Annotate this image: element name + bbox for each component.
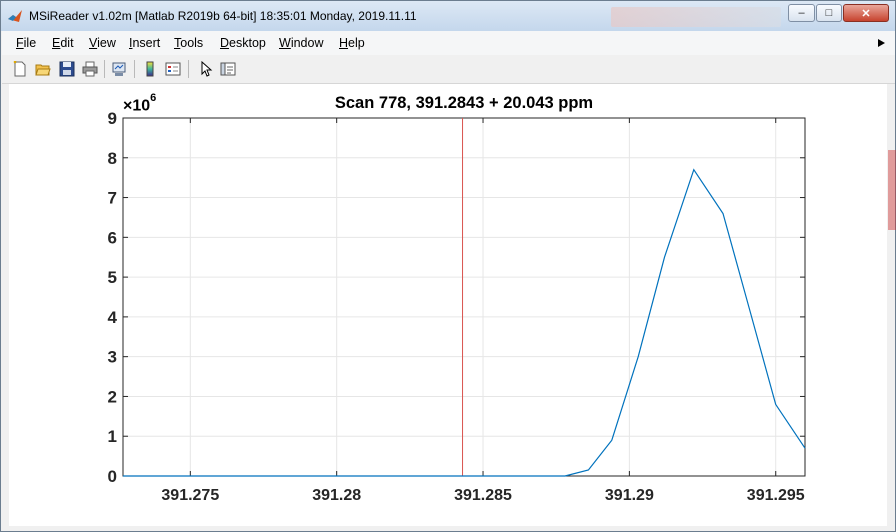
x-tick-label: 391.295: [747, 487, 805, 504]
y-tick-label: 3: [108, 348, 117, 367]
open-file-icon[interactable]: [34, 60, 52, 78]
dock-figure-icon[interactable]: [878, 39, 885, 47]
link-plot-icon[interactable]: [110, 60, 128, 78]
background-window-glimpse: [611, 7, 781, 27]
menu-bar: File Edit View Insert Tools Desktop Wind…: [2, 31, 895, 55]
background-window-edge: [888, 150, 896, 230]
title-bar[interactable]: MSiReader v1.02m [Matlab R2019b 64-bit] …: [1, 1, 895, 31]
menu-tools[interactable]: Tools: [174, 36, 203, 50]
edit-plot-arrow-icon[interactable]: [197, 60, 215, 78]
y-tick-label: 6: [108, 228, 117, 247]
window-title: MSiReader v1.02m [Matlab R2019b 64-bit] …: [29, 9, 417, 23]
y-tick-label: 9: [108, 109, 117, 128]
menu-window[interactable]: Window: [279, 36, 323, 50]
minimize-button[interactable]: –: [788, 4, 815, 22]
insert-colorbar-icon[interactable]: [141, 60, 159, 78]
menu-desktop[interactable]: Desktop: [220, 36, 266, 50]
spectrum-line: [123, 168, 806, 477]
menu-view[interactable]: View: [89, 36, 116, 50]
y-tick-label: 7: [108, 189, 117, 208]
menu-file[interactable]: File: [16, 36, 36, 50]
save-icon[interactable]: [58, 60, 76, 78]
plot-area: Scan 778, 391.2843 + 20.043 ppm ×106 391…: [9, 84, 887, 526]
y-tick-label: 1: [108, 427, 117, 446]
y-tick-label: 2: [108, 387, 117, 406]
close-button[interactable]: ✕: [843, 4, 889, 22]
toolbar-separator: [134, 60, 135, 78]
x-tick-label: 391.285: [454, 487, 512, 504]
axes-box: [122, 117, 806, 477]
spectrum-chart[interactable]: 391.275 391.28 391.285 391.29 391.295 0 1 2 3 4 5 6…: [9, 84, 887, 526]
insert-legend-icon[interactable]: [164, 60, 182, 78]
x-tick-label: 391.28: [312, 487, 361, 504]
print-icon[interactable]: [81, 60, 99, 78]
menu-insert[interactable]: Insert: [129, 36, 160, 50]
maximize-button[interactable]: □: [816, 4, 842, 22]
menu-help[interactable]: Help: [339, 36, 365, 50]
toolbar-separator: [188, 60, 189, 78]
y-tick-label: 4: [108, 308, 118, 327]
y-tick-label: 5: [108, 268, 117, 287]
y-tick-label: 0: [108, 467, 117, 486]
menu-edit[interactable]: Edit: [52, 36, 74, 50]
y-tick-label: 8: [108, 149, 117, 168]
property-inspector-icon[interactable]: [219, 60, 237, 78]
figure-toolbar: [2, 55, 895, 84]
matlab-logo-icon: [8, 10, 22, 22]
new-figure-icon[interactable]: [11, 60, 29, 78]
toolbar-separator: [104, 60, 105, 78]
x-tick-label: 391.29: [605, 487, 654, 504]
msireader-window: MSiReader v1.02m [Matlab R2019b 64-bit] …: [0, 0, 896, 532]
x-tick-label: 391.275: [161, 487, 219, 504]
